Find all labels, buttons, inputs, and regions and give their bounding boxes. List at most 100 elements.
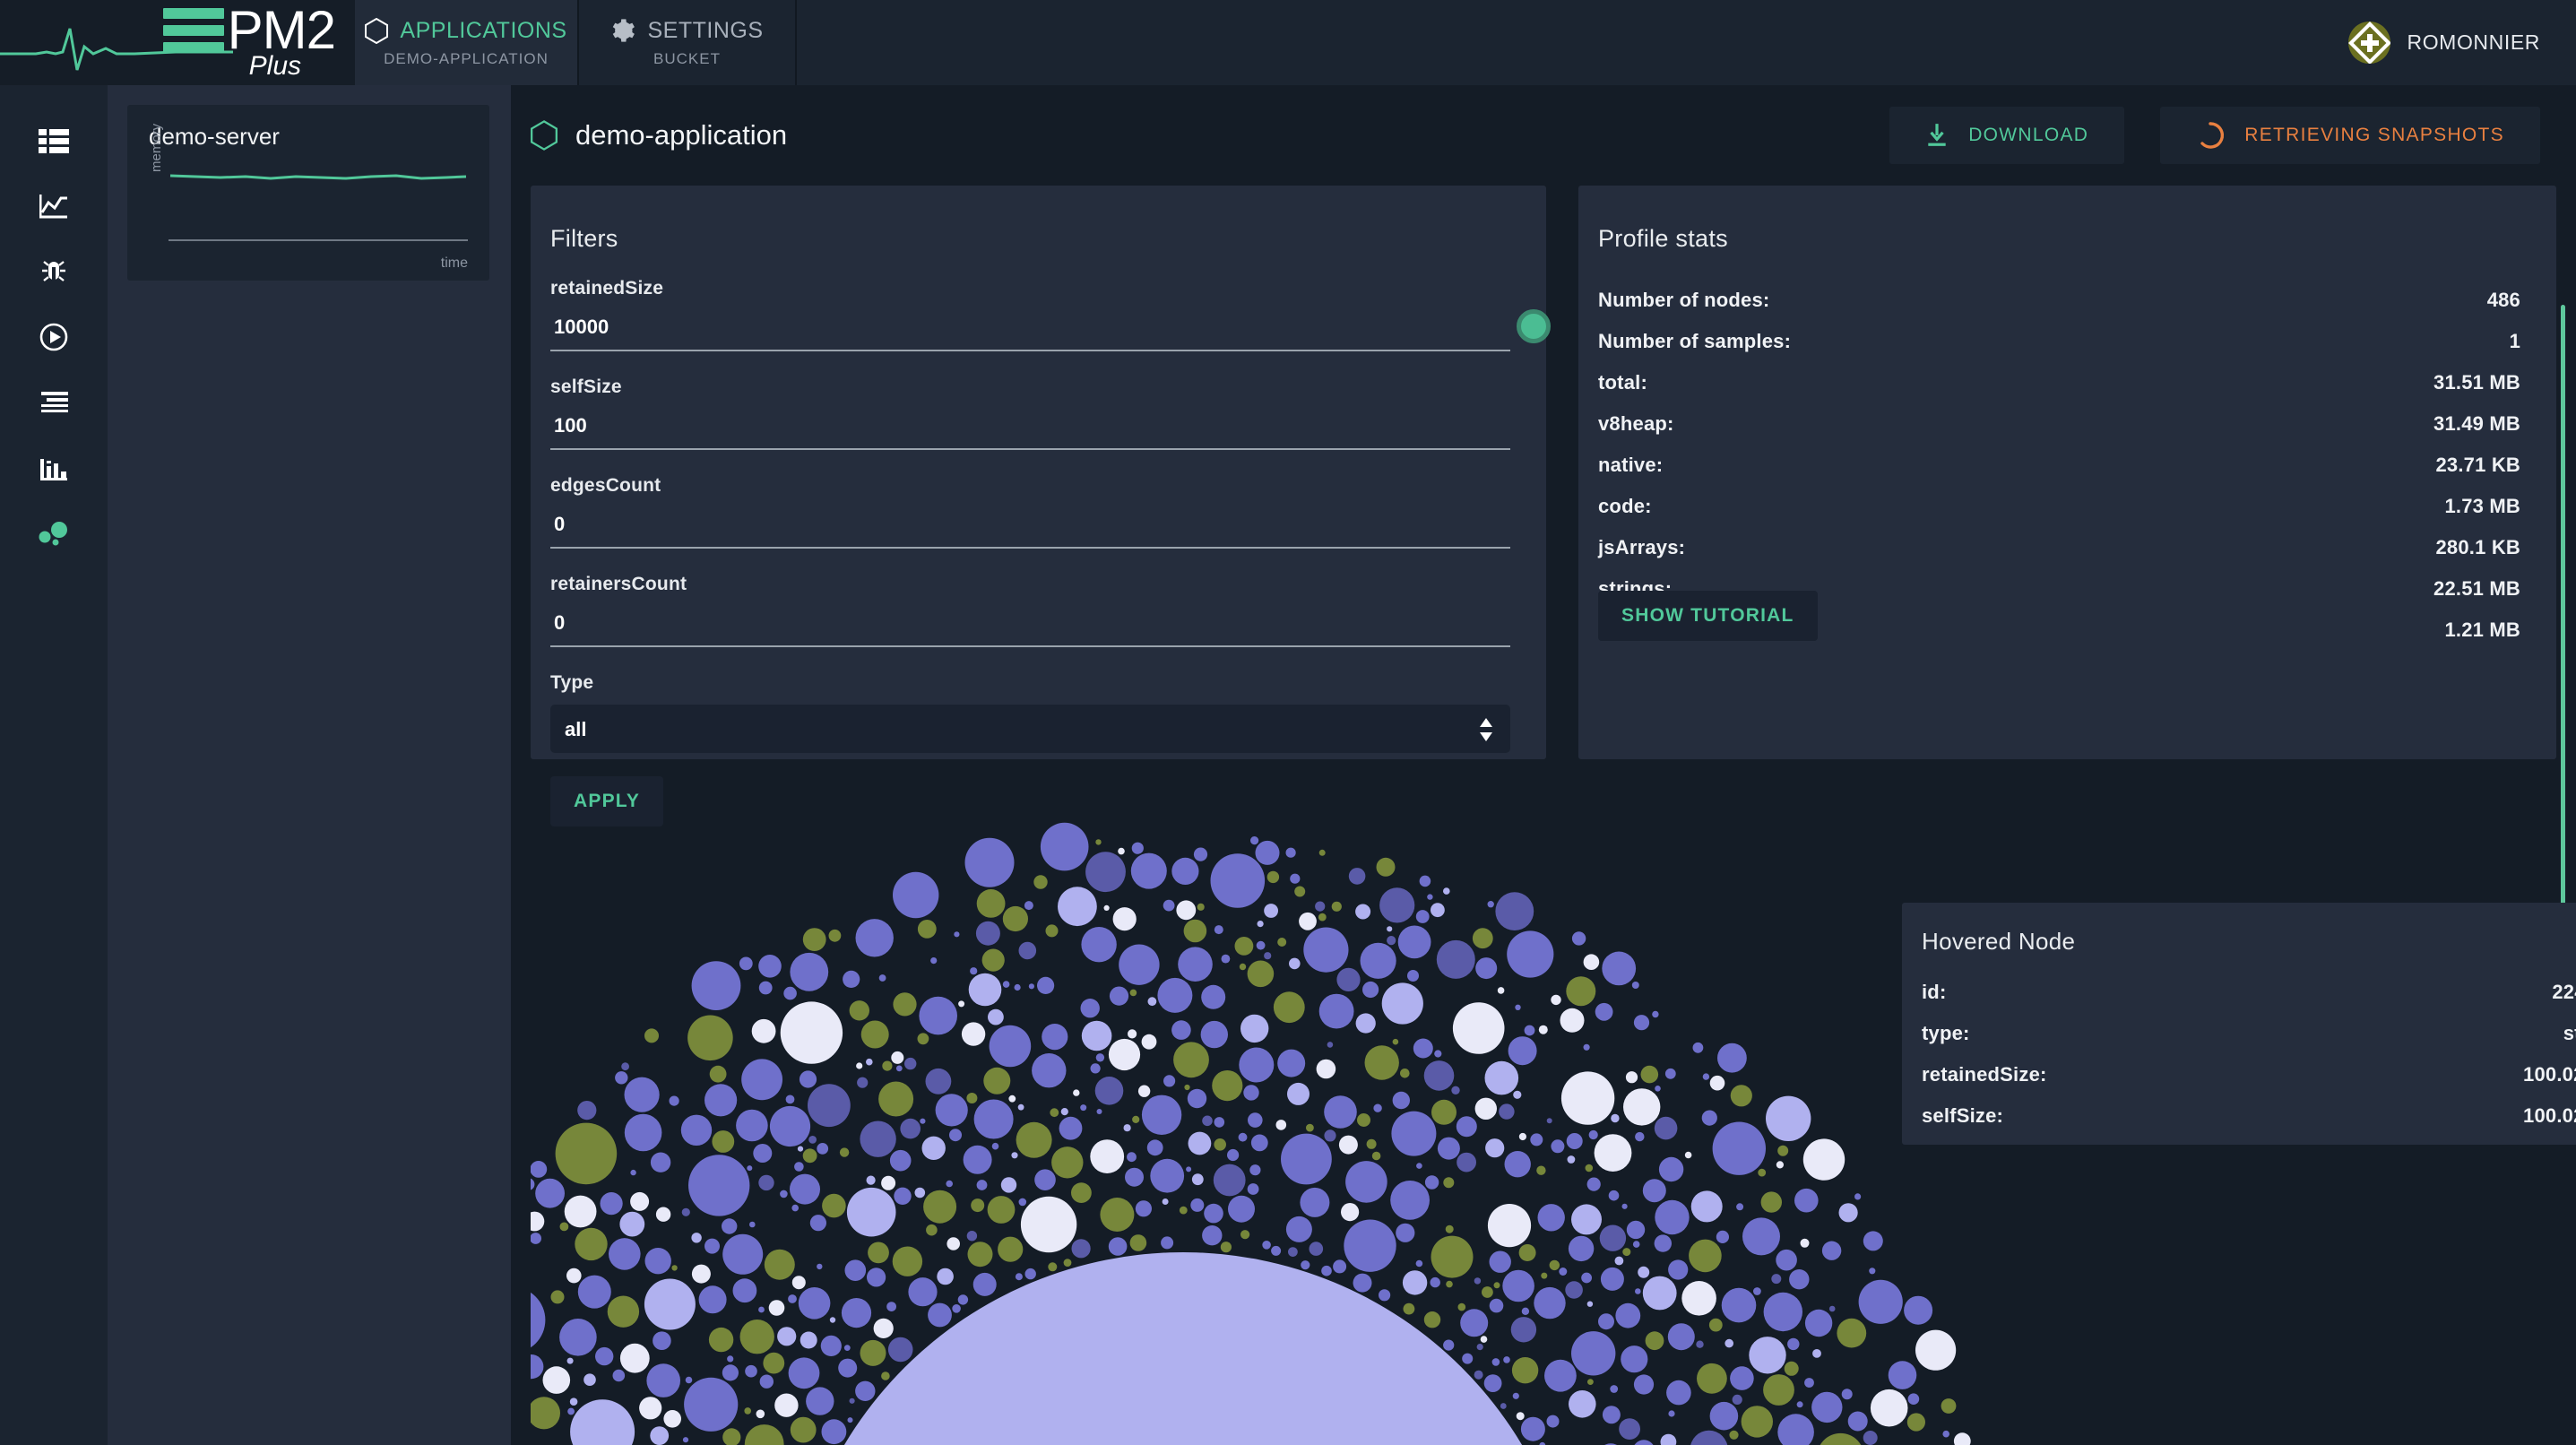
heap-node-circle[interactable] <box>1190 1198 1205 1212</box>
heap-node-circle[interactable] <box>1521 1307 1530 1315</box>
heap-node-circle[interactable] <box>1708 1318 1723 1332</box>
heap-node-circle[interactable] <box>791 1204 799 1212</box>
heap-node-circle[interactable] <box>619 1211 645 1237</box>
heap-node-circle[interactable] <box>1546 1415 1560 1428</box>
heap-node-circle[interactable] <box>751 1018 776 1043</box>
heap-node-circle[interactable] <box>1621 1203 1628 1209</box>
heap-node-circle[interactable] <box>1273 991 1305 1024</box>
heap-node-circle[interactable] <box>600 1192 623 1216</box>
heap-node-circle[interactable] <box>1315 901 1326 912</box>
heap-node-circle[interactable] <box>1247 1183 1259 1195</box>
heap-node-circle[interactable] <box>1777 1414 1814 1445</box>
heap-node-circle[interactable] <box>1071 1239 1091 1259</box>
heap-node-circle[interactable] <box>1602 1406 1621 1424</box>
heap-node-circle[interactable] <box>1157 977 1193 1013</box>
heap-node-circle[interactable] <box>531 1354 544 1380</box>
heap-node-circle[interactable] <box>1654 1234 1673 1252</box>
heap-node-circle[interactable] <box>1568 1235 1595 1262</box>
heap-node-circle[interactable] <box>1821 1241 1842 1260</box>
heap-node-circle[interactable] <box>577 1101 597 1121</box>
heap-node-circle[interactable] <box>669 1095 679 1106</box>
heap-node-circle[interactable] <box>1431 1099 1457 1125</box>
heap-node-circle[interactable] <box>531 1397 560 1430</box>
heap-node-circle[interactable] <box>1482 1286 1493 1298</box>
heap-node-circle[interactable] <box>1353 1273 1372 1293</box>
heap-node-circle[interactable] <box>1392 1038 1399 1045</box>
heap-node-circle[interactable] <box>1571 931 1586 946</box>
heap-node-circle[interactable] <box>1474 1277 1482 1285</box>
page-scrollbar-track[interactable] <box>2561 85 2576 1445</box>
heap-node-circle[interactable] <box>1290 873 1301 884</box>
heap-node-circle[interactable] <box>860 1339 886 1366</box>
heap-node-circle[interactable] <box>847 1417 853 1423</box>
heap-node-circle[interactable] <box>1146 1139 1163 1156</box>
heap-node-circle[interactable] <box>1130 852 1167 889</box>
heap-node-circle[interactable] <box>794 1162 804 1172</box>
sidebar-item-profiling[interactable] <box>0 435 108 500</box>
heap-node-circle[interactable] <box>747 1165 753 1172</box>
heap-node-circle[interactable] <box>1094 1077 1124 1105</box>
heap-node-circle[interactable] <box>949 1129 962 1142</box>
heap-node-circle[interactable] <box>630 1191 650 1211</box>
heap-node-circle[interactable] <box>691 1264 711 1284</box>
heap-node-circle[interactable] <box>1729 1430 1739 1440</box>
heap-node-circle[interactable] <box>1214 925 1223 935</box>
heap-node-circle[interactable] <box>1614 1256 1624 1266</box>
heap-node-circle[interactable] <box>1730 1085 1752 1107</box>
sidebar-item-logs[interactable] <box>0 369 108 435</box>
heap-node-circle[interactable] <box>1016 1121 1052 1158</box>
heap-node-circle[interactable] <box>900 1118 921 1139</box>
retainedsize-input[interactable] <box>550 312 1510 351</box>
heap-node-circle[interactable] <box>893 871 939 919</box>
heap-node-circle[interactable] <box>1171 1020 1191 1040</box>
heap-node-circle[interactable] <box>1249 1164 1261 1176</box>
heap-node-circle[interactable] <box>1240 1014 1269 1043</box>
heap-node-circle[interactable] <box>860 1020 889 1049</box>
heap-node-circle[interactable] <box>1640 1065 1659 1084</box>
heap-node-circle[interactable] <box>1742 1217 1780 1256</box>
heap-node-circle[interactable] <box>976 889 1006 918</box>
heap-node-circle[interactable] <box>736 1109 768 1142</box>
heap-node-circle[interactable] <box>732 1278 757 1303</box>
heap-node-circle[interactable] <box>595 1346 614 1366</box>
heap-node-circle[interactable] <box>1227 1148 1240 1162</box>
heap-node-circle[interactable] <box>1210 853 1266 908</box>
heap-node-circle[interactable] <box>531 1287 546 1354</box>
heap-node-circle[interactable] <box>644 1248 671 1275</box>
heap-node-circle[interactable] <box>1341 1203 1360 1222</box>
heap-node-circle[interactable] <box>1042 1024 1068 1051</box>
heap-node-circle[interactable] <box>1221 954 1231 964</box>
heap-node-circle[interactable] <box>838 1358 858 1378</box>
heap-node-circle[interactable] <box>904 1057 917 1070</box>
heap-node-circle[interactable] <box>935 1094 968 1127</box>
heap-node-circle[interactable] <box>570 1399 635 1445</box>
heap-node-circle[interactable] <box>828 929 842 942</box>
heap-node-circle[interactable] <box>928 1302 952 1328</box>
heap-node-circle[interactable] <box>1600 1267 1624 1291</box>
heap-node-circle[interactable] <box>1355 904 1371 920</box>
heap-node-circle[interactable] <box>1642 1179 1666 1203</box>
heap-node-circle[interactable] <box>1690 1190 1723 1223</box>
heap-node-circle[interactable] <box>1024 1268 1036 1280</box>
heap-node-circle[interactable] <box>1544 1359 1577 1392</box>
heap-node-circle[interactable] <box>1863 1231 1883 1251</box>
heap-node-circle[interactable] <box>1243 1085 1259 1101</box>
heap-node-circle[interactable] <box>1250 1134 1268 1152</box>
heap-node-circle[interactable] <box>758 981 773 995</box>
heap-node-circle[interactable] <box>1511 1357 1539 1384</box>
heap-node-circle[interactable] <box>1125 1167 1144 1187</box>
heap-node-circle[interactable] <box>1301 1260 1310 1270</box>
heap-node-circle[interactable] <box>1654 1116 1678 1140</box>
heap-node-circle[interactable] <box>567 1407 575 1415</box>
sidebar-item-heap-snapshot[interactable] <box>0 500 108 566</box>
heap-node-circle[interactable] <box>881 1371 890 1380</box>
heap-node-circle[interactable] <box>1497 987 1505 994</box>
heap-node-circle[interactable] <box>1266 870 1280 884</box>
heap-node-circle[interactable] <box>1692 1042 1704 1053</box>
heap-node-circle[interactable] <box>612 1369 626 1382</box>
heap-node-circle[interactable] <box>868 1242 889 1264</box>
selfsize-input[interactable] <box>550 411 1510 450</box>
heap-node-circle[interactable] <box>583 1373 596 1386</box>
heap-node-circle[interactable] <box>745 1364 757 1378</box>
heap-node-circle[interactable] <box>1515 1004 1521 1010</box>
